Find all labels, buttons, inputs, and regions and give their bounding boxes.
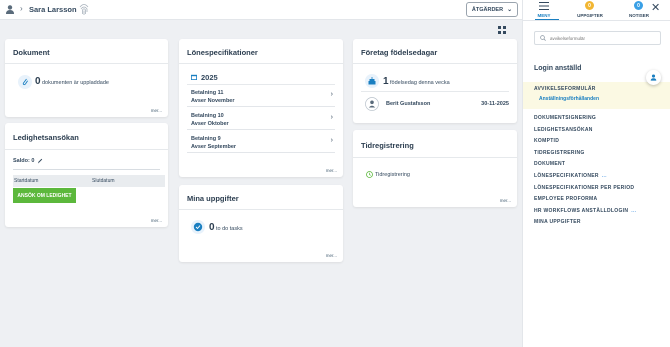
timereg-more-link[interactable]: mer...	[500, 198, 511, 203]
tasks-count: 0	[209, 222, 215, 233]
breadcrumb-chevron-icon: ›	[20, 4, 23, 13]
nav-item-payslips-period[interactable]: LÖNESPECIFIKATIONER PER PERIOD	[534, 185, 634, 191]
timereg-item[interactable]: Tidregistrering	[375, 172, 410, 178]
search-icon	[540, 35, 546, 41]
layout-grid-icon[interactable]	[498, 26, 506, 34]
birthday-person-name: Berit Gustafsson	[386, 101, 431, 107]
documents-more-link[interactable]: mer...	[151, 108, 162, 113]
birthdays-card: Företag födelsedagar 1 födelsedag denna …	[353, 39, 517, 123]
tasks-badge: 0	[585, 1, 594, 10]
birthdays-count: 1	[383, 76, 389, 87]
tasks-text: to do tasks	[216, 226, 243, 232]
nav-item-hr-workflows[interactable]: HR WORKFLOWS ANSTÄLLDLOGIN...	[534, 208, 636, 214]
payslip-title: Betalning 10	[191, 113, 224, 119]
documents-title: Dokument	[13, 48, 50, 57]
divider	[179, 63, 343, 64]
close-icon[interactable]: ✕	[651, 1, 660, 14]
search-box	[534, 31, 661, 45]
nav-item-employee-proforma[interactable]: EMPLOYEE PROFORMA	[534, 196, 597, 202]
nav-item-documents[interactable]: DOKUMENT	[534, 161, 565, 167]
payslip-period: Avser Oktober	[191, 121, 229, 127]
nav-item-deviation-form[interactable]: AVVIKELSEFORMULÄR	[534, 86, 596, 92]
user-icon[interactable]	[6, 5, 14, 14]
cake-icon	[365, 74, 379, 88]
paperclip-icon	[18, 75, 32, 89]
search-input[interactable]	[550, 34, 658, 43]
birthday-person-date: 30-11-2025	[481, 101, 509, 107]
person-icon	[650, 74, 657, 81]
calendar-icon	[191, 74, 197, 80]
divider	[13, 169, 160, 170]
more-dots-icon: ...	[631, 208, 637, 214]
side-panel: MENY 0 UPPGIFTER 0 NOTISER Login anställ…	[522, 0, 670, 347]
timereg-title: Tidregistrering	[361, 141, 414, 150]
leave-title: Ledighetsansökan	[13, 133, 79, 142]
nav-item-document-signing[interactable]: DOKUMENTSIGNERING	[534, 115, 596, 121]
nav-item-comp-time[interactable]: KOMPTID	[534, 138, 559, 144]
fingerprint-icon[interactable]	[78, 2, 90, 16]
leave-more-link[interactable]: mer...	[151, 218, 162, 223]
pencil-icon[interactable]	[37, 158, 43, 164]
nav-item-time-registration[interactable]: TIDREGISTRERING	[534, 150, 585, 156]
divider	[361, 91, 509, 92]
notices-badge: 0	[634, 1, 643, 10]
divider	[523, 20, 670, 21]
payslip-row[interactable]: Betalning 11 Avser November ›	[187, 87, 335, 107]
check-circle-icon	[191, 220, 205, 234]
nav-item-my-tasks[interactable]: MINA UPPGIFTER	[534, 219, 581, 225]
tasks-title: Mina uppgifter	[187, 194, 239, 203]
chevron-down-icon: ⌄	[507, 7, 513, 13]
payslips-more-link[interactable]: mer...	[326, 168, 337, 173]
timereg-card: Tidregistrering Tidregistrering mer...	[353, 130, 517, 207]
payslip-title: Betalning 11	[191, 90, 224, 96]
tasks-card: Mina uppgifter 0 to do tasks mer...	[179, 185, 343, 262]
payslip-row[interactable]: Betalning 10 Avser Oktober ›	[187, 110, 335, 130]
leave-col-start: Startdatum	[14, 178, 39, 184]
payslip-row[interactable]: Betalning 9 Avser September ›	[187, 133, 335, 153]
tab-tasks-label: UPPGIFTER	[577, 13, 603, 18]
top-bar: › Sara Larsson ÅTGÄRDER ⌄	[0, 0, 522, 20]
payslips-title: Lönespecifikationer	[187, 48, 258, 57]
nav-item-payslips[interactable]: LÖNESPECIFIKATIONER...	[534, 173, 607, 179]
actions-dropdown-button[interactable]: ÅTGÄRDER ⌄	[466, 2, 518, 17]
nav-subitem-employment[interactable]: Anställningsförhållanden	[539, 96, 599, 102]
payslip-period: Avser November	[191, 98, 235, 104]
leave-table-header: Startdatum Slutdatum	[13, 175, 165, 187]
leave-balance: Saldo: 0	[13, 158, 35, 164]
payslip-title: Betalning 9	[191, 136, 221, 142]
documents-text: dokumenten är uppladdade	[42, 80, 109, 86]
employee-avatar-button[interactable]	[646, 70, 661, 85]
clock-icon	[366, 171, 373, 178]
more-dots-icon: ...	[601, 173, 607, 179]
chevron-right-icon: ›	[330, 114, 333, 121]
tab-tasks[interactable]: 0 UPPGIFTER	[570, 0, 610, 20]
breadcrumb-user-name[interactable]: Sara Larsson	[29, 5, 77, 14]
actions-label: ÅTGÄRDER	[471, 6, 504, 13]
birthdays-title: Företag födelsedagar	[361, 48, 438, 57]
chevron-right-icon: ›	[330, 91, 333, 98]
divider	[5, 149, 168, 150]
tasks-more-link[interactable]: mer...	[326, 253, 337, 258]
avatar-icon	[365, 97, 379, 111]
nav-item-leave-application[interactable]: LEDIGHETSANSÖKAN	[534, 127, 593, 133]
divider	[179, 209, 343, 210]
tab-menu-label: MENY	[537, 13, 551, 18]
chevron-right-icon: ›	[330, 137, 333, 144]
divider	[187, 84, 335, 85]
divider	[353, 157, 517, 158]
leave-col-end: Slutdatum	[92, 178, 115, 184]
payslips-year: 2025	[201, 73, 218, 82]
birthdays-text: födelsedag denna vecka	[390, 80, 450, 86]
apply-leave-button[interactable]: ANSÖK OM LEDIGHET	[13, 188, 76, 203]
divider	[5, 63, 168, 64]
documents-card: Dokument 0 dokumenten är uppladdade mer.…	[5, 39, 168, 117]
hamburger-menu-icon	[539, 2, 549, 10]
documents-count: 0	[35, 76, 41, 87]
leave-card: Ledighetsansökan Saldo: 0 Startdatum Slu…	[5, 123, 168, 227]
tab-menu[interactable]: MENY	[524, 0, 564, 20]
payslip-period: Avser September	[191, 144, 237, 150]
divider	[353, 63, 517, 64]
section-title: Login anställd	[534, 65, 582, 72]
payslips-card: Lönespecifikationer 2025 Betalning 11 Av…	[179, 39, 343, 177]
